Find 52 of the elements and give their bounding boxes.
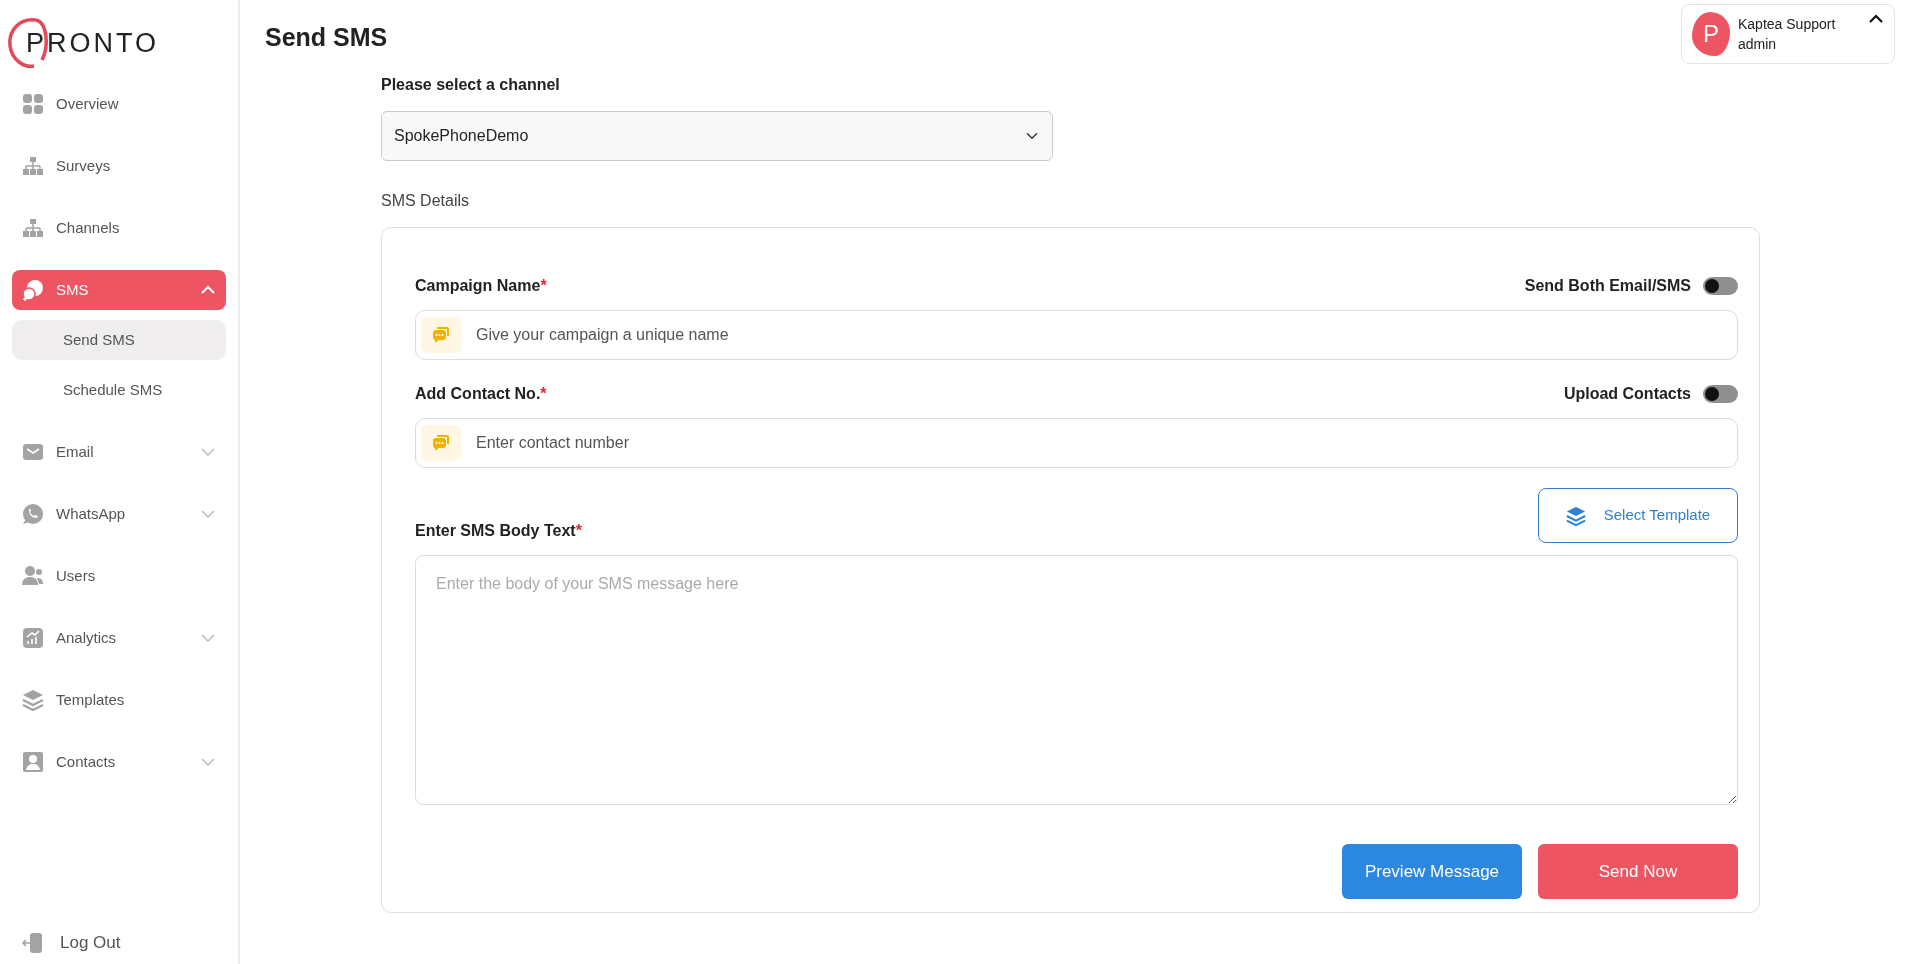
user-role: admin — [1738, 35, 1778, 54]
select-template-button[interactable]: Select Template — [1538, 488, 1738, 543]
grid-icon — [22, 93, 44, 115]
chevron-up-icon — [1868, 13, 1884, 25]
sms-body-field[interactable]: Enter the body of your SMS message here — [415, 555, 1738, 805]
user-avatar: P — [1692, 12, 1730, 56]
users-icon — [22, 565, 44, 587]
sidebar-subitem[interactable]: Schedule SMS — [12, 370, 226, 410]
toggle-label: Send Both Email/SMS — [1524, 276, 1691, 296]
body-label: Enter SMS Body Text* — [415, 521, 582, 541]
sidebar-item[interactable]: Email — [12, 432, 226, 472]
chevron-up-icon — [200, 285, 216, 295]
input-field[interactable]: Enter contact number — [415, 418, 1738, 468]
chat-icon — [432, 326, 450, 344]
sidebar-item[interactable]: Templates — [12, 680, 226, 720]
toggle-label: Upload Contacts — [1563, 384, 1691, 404]
field-label: Add Contact No.* — [415, 384, 547, 404]
sidebar-item[interactable]: Contacts — [12, 742, 226, 782]
sidebar-item[interactable]: Overview — [12, 84, 226, 124]
channel-select[interactable]: SpokePhoneDemo — [381, 111, 1053, 161]
sidebar-item[interactable]: Surveys — [12, 146, 226, 186]
sitemap-icon — [22, 217, 44, 239]
chevron-down-icon — [200, 509, 216, 519]
logout-icon — [22, 931, 44, 954]
sidebar-item[interactable]: Users — [12, 556, 226, 596]
contact-card-icon — [22, 751, 44, 773]
envelope-icon — [22, 441, 44, 463]
layers-icon — [22, 689, 44, 711]
chat-bubbles-icon — [22, 279, 44, 301]
chat-icon — [432, 434, 450, 452]
input-field[interactable]: Give your campaign a unique name — [415, 310, 1738, 360]
sidebar-item[interactable]: Analytics — [12, 618, 226, 658]
user-menu[interactable]: P Kaptea Support admin — [1681, 4, 1895, 64]
sidebar-item[interactable]: Channels — [12, 208, 226, 248]
field-label: Campaign Name* — [415, 276, 547, 296]
logout-link[interactable]: Log Out — [22, 930, 121, 956]
preview-button[interactable]: Preview Message — [1342, 844, 1522, 899]
channel-label: Please select a channel — [381, 75, 561, 95]
section-title: SMS Details — [381, 191, 471, 211]
layers-icon — [1565, 505, 1586, 526]
page-title: Send SMS — [265, 22, 388, 52]
chevron-down-icon — [200, 447, 216, 457]
phone-bubble-icon — [22, 503, 44, 525]
chevron-down-icon — [200, 757, 216, 767]
chart-icon — [22, 627, 44, 649]
toggle-switch[interactable] — [1703, 277, 1738, 295]
chevron-down-icon — [200, 633, 216, 643]
toggle-switch[interactable] — [1703, 385, 1738, 403]
user-name: Kaptea Support — [1738, 15, 1837, 34]
sidebar-item[interactable]: WhatsApp — [12, 494, 226, 534]
sitemap-icon — [22, 155, 44, 177]
sidebar-subitem[interactable]: Send SMS — [12, 320, 226, 360]
